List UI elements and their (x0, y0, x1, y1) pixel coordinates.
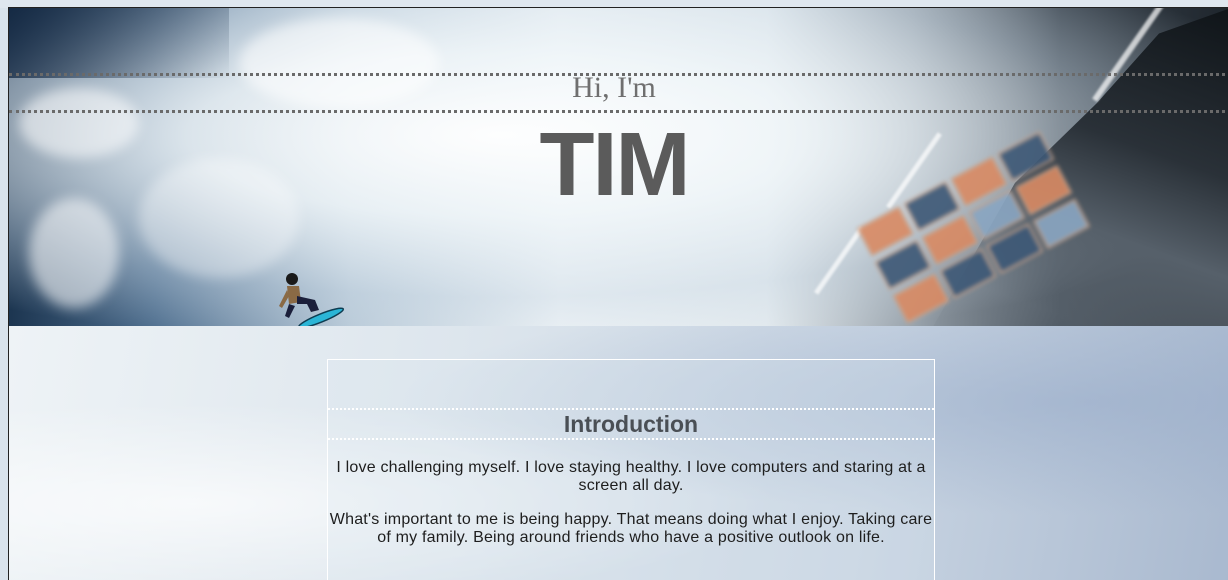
section-heading: Introduction (563, 411, 699, 437)
hero-name: TIM (539, 115, 691, 215)
hero-sky-shade (9, 8, 229, 78)
hero-cloud (29, 198, 119, 308)
hero-snow-streak (814, 226, 864, 295)
snowboarder-figure (279, 273, 345, 326)
greeting-text: Hi, I'm (572, 71, 656, 104)
intro-paragraph: I love challenging myself. I love stayin… (336, 459, 926, 494)
page: Hi, I'm TIM Introduction I love challeng… (0, 0, 1228, 580)
introduction-section: Introduction I love challenging myself. … (327, 359, 935, 580)
intro-paragraph: What's important to me is being happy. T… (329, 511, 933, 546)
